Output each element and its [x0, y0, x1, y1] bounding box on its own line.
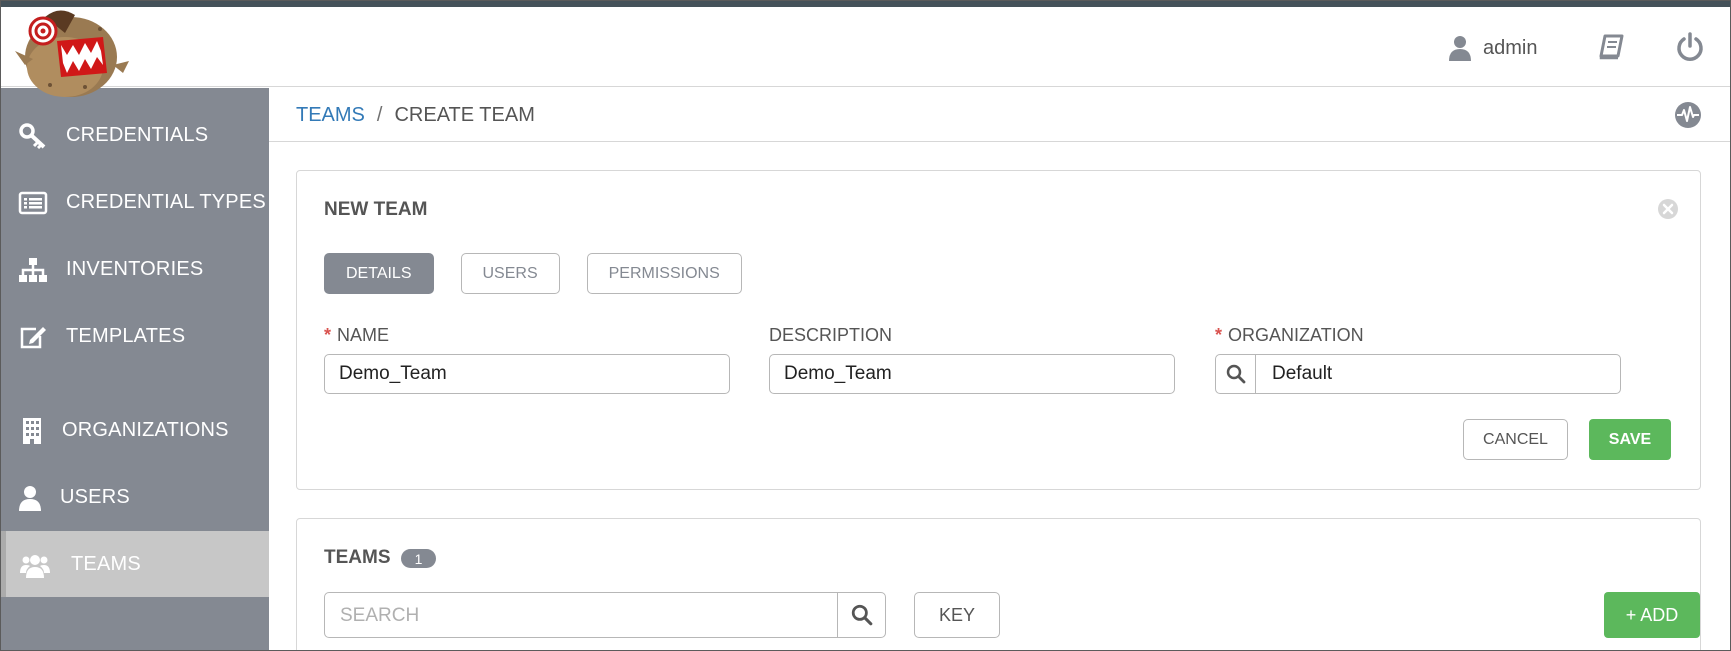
sidebar: CREDENTIALS CREDENTIAL TYPES INVENTORIES: [1, 88, 269, 650]
close-icon[interactable]: [1657, 198, 1679, 220]
description-label: DESCRIPTION: [769, 325, 893, 345]
required-marker: *: [1215, 325, 1223, 345]
sidebar-item-label: TEMPLATES: [66, 324, 186, 347]
sidebar-item-label: INVENTORIES: [66, 257, 204, 280]
required-marker: *: [324, 325, 332, 345]
search-icon: [851, 604, 872, 626]
book-icon[interactable]: [1598, 34, 1624, 60]
search-icon: [1226, 364, 1245, 384]
logo-mascot[interactable]: [5, 7, 135, 107]
organization-field[interactable]: Default: [1215, 354, 1621, 394]
sidebar-item-label: CREDENTIAL TYPES: [66, 190, 266, 213]
top-header: admin: [1, 7, 1730, 97]
user-icon: [1449, 36, 1471, 61]
name-label: * NAME: [324, 325, 390, 345]
tab-users[interactable]: USERS: [460, 253, 560, 294]
app-frame: admin CREDENTIALS CREDENTIAL TYPES INVEN…: [0, 0, 1731, 651]
sidebar-item-credentials[interactable]: CREDENTIALS: [1, 102, 269, 168]
sidebar-item-inventories[interactable]: INVENTORIES: [1, 236, 269, 302]
username: admin: [1483, 36, 1538, 59]
sidebar-item-teams[interactable]: TEAMS: [1, 531, 269, 597]
sidebar-item-label: ORGANIZATIONS: [62, 418, 229, 441]
cancel-button[interactable]: CANCEL: [1463, 419, 1568, 460]
sidebar-item-label: USERS: [60, 485, 130, 508]
user-menu[interactable]: admin: [1449, 35, 1537, 61]
sidebar-item-credential-types[interactable]: CREDENTIAL TYPES: [1, 169, 269, 235]
breadcrumb-link-teams[interactable]: TEAMS: [296, 104, 365, 126]
organization-label: * ORGANIZATION: [1215, 325, 1364, 345]
key-icon: [19, 123, 46, 149]
name-field[interactable]: Demo_Team: [324, 354, 730, 394]
user-icon: [19, 486, 41, 511]
power-icon[interactable]: [1676, 32, 1704, 62]
organization-lookup-button[interactable]: [1216, 355, 1256, 393]
save-button[interactable]: SAVE: [1589, 419, 1671, 460]
search-button[interactable]: [837, 593, 885, 637]
sidebar-item-users[interactable]: USERS: [1, 464, 269, 530]
search-input[interactable]: SEARCH: [324, 592, 886, 638]
search-placeholder[interactable]: SEARCH: [325, 593, 837, 637]
activity-stream-icon[interactable]: [1674, 101, 1702, 129]
organization-value: Default: [1272, 363, 1333, 384]
breadcrumb-separator: /: [376, 104, 383, 126]
breadcrumb-bar: TEAMS / CREATE TEAM: [269, 88, 1730, 142]
sidebar-item-organizations[interactable]: ORGANIZATIONS: [1, 397, 269, 463]
building-icon: [23, 418, 41, 444]
form-tabs: DETAILS USERS PERMISSIONS: [324, 253, 742, 294]
main-content: TEAMS / CREATE TEAM NEW TEAM DETAILS USERS…: [269, 88, 1730, 650]
new-team-panel: NEW TEAM DETAILS USERS PERMISSIONS * NAME…: [296, 170, 1701, 490]
description-field[interactable]: Demo_Team: [769, 354, 1175, 394]
sidebar-item-label: CREDENTIALS: [66, 123, 209, 146]
panel-title: NEW TEAM: [324, 199, 428, 220]
sidebar-item-templates[interactable]: TEMPLATES: [1, 303, 269, 369]
key-button[interactable]: KEY: [914, 592, 1000, 638]
users-icon: [20, 555, 50, 578]
tab-details[interactable]: DETAILS: [324, 253, 434, 294]
list-icon: [18, 191, 48, 215]
tab-permissions[interactable]: PERMISSIONS: [586, 253, 742, 294]
teams-list-panel: TEAMS 1 SEARCH KEY + ADD: [296, 518, 1701, 650]
count-badge: 1: [401, 549, 436, 568]
breadcrumb: TEAMS / CREATE TEAM: [296, 104, 535, 127]
edit-icon: [20, 327, 46, 349]
sidebar-item-label: TEAMS: [71, 552, 141, 575]
sitemap-icon: [19, 258, 47, 282]
add-button[interactable]: + ADD: [1604, 592, 1700, 638]
breadcrumb-current: CREATE TEAM: [394, 104, 535, 126]
teams-list-title: TEAMS: [324, 547, 391, 568]
